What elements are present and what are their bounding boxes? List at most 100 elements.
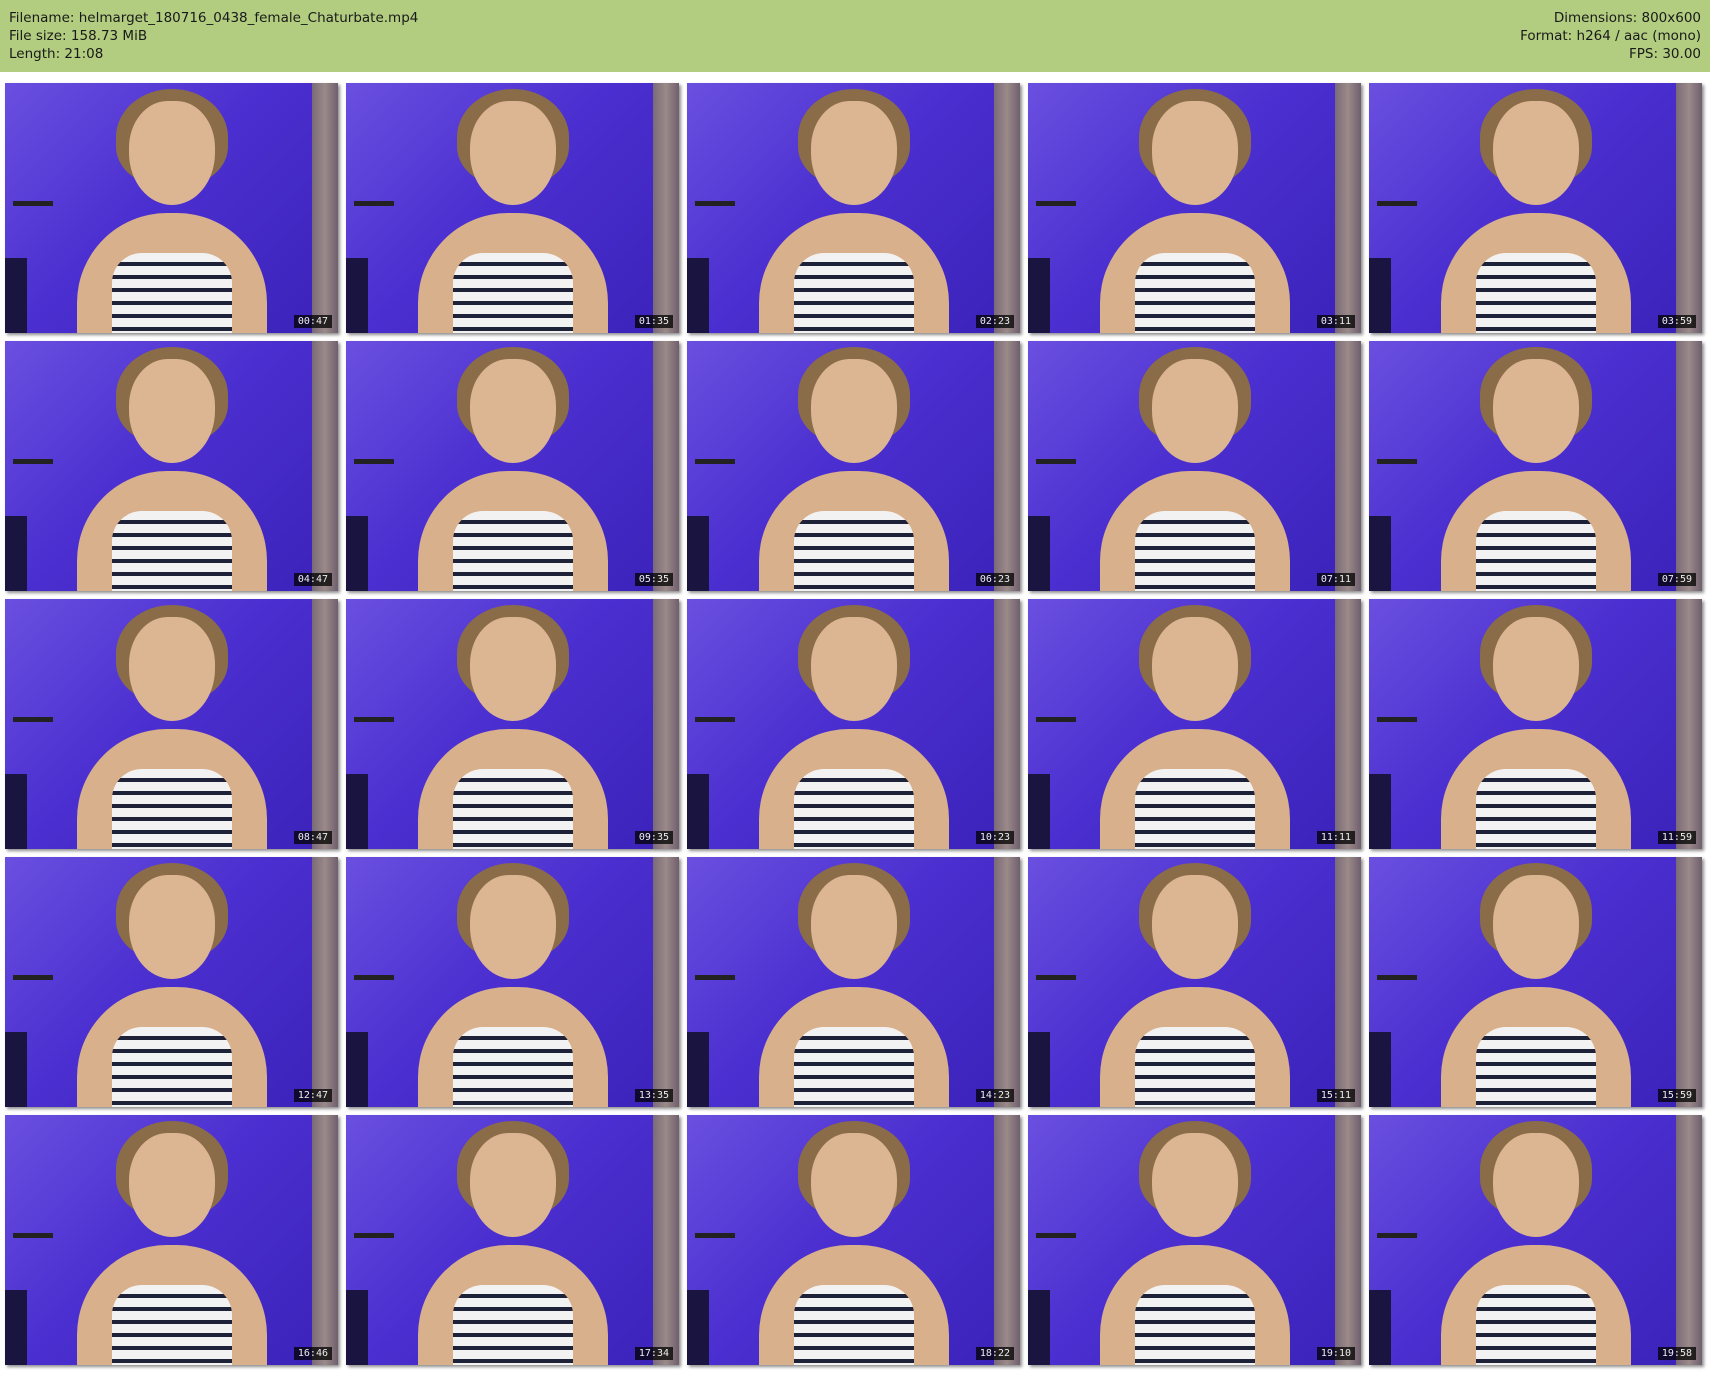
figure-head — [1151, 359, 1238, 463]
video-thumbnail: 11:11 — [1028, 599, 1361, 849]
chair — [346, 1032, 368, 1107]
figure-head — [128, 1133, 215, 1237]
timestamp: 18:22 — [975, 1347, 1014, 1360]
video-thumbnail: 13:35 — [346, 857, 679, 1107]
timestamp: 03:11 — [1316, 315, 1355, 328]
chair — [346, 1290, 368, 1365]
video-thumbnail: 02:23 — [687, 83, 1020, 333]
shelf — [1036, 717, 1076, 722]
timestamp: 12:47 — [293, 1089, 332, 1102]
figure-head — [469, 359, 556, 463]
figure-head — [469, 617, 556, 721]
video-thumbnail: 07:59 — [1369, 341, 1702, 591]
figure-head — [128, 875, 215, 979]
chair — [1369, 1032, 1391, 1107]
wall — [994, 857, 1020, 1107]
video-thumbnail: 00:47 — [5, 83, 338, 333]
timestamp: 08:47 — [293, 831, 332, 844]
shelf — [1377, 717, 1417, 722]
striped-top — [452, 1285, 573, 1365]
timestamp: 13:35 — [634, 1089, 673, 1102]
wall — [653, 1115, 679, 1365]
shelf — [354, 975, 394, 980]
striped-top — [1134, 253, 1255, 333]
shelf — [695, 1233, 735, 1238]
video-thumbnail: 03:59 — [1369, 83, 1702, 333]
video-thumbnail: 04:47 — [5, 341, 338, 591]
video-thumbnail: 17:34 — [346, 1115, 679, 1365]
chair — [1028, 774, 1050, 849]
length: Length: 21:08 — [9, 46, 104, 62]
timestamp: 07:59 — [1657, 573, 1696, 586]
shelf — [13, 201, 53, 206]
wall — [312, 341, 338, 591]
chair — [687, 1032, 709, 1107]
chair — [1028, 1290, 1050, 1365]
wall — [312, 599, 338, 849]
video-thumbnail: 15:11 — [1028, 857, 1361, 1107]
timestamp: 11:11 — [1316, 831, 1355, 844]
figure-head — [1151, 101, 1238, 205]
wall — [1676, 1115, 1702, 1365]
striped-top — [111, 253, 232, 333]
figure-head — [810, 875, 897, 979]
timestamp: 19:10 — [1316, 1347, 1355, 1360]
timestamp: 02:23 — [975, 315, 1014, 328]
timestamp: 03:59 — [1657, 315, 1696, 328]
striped-top — [1134, 511, 1255, 591]
wall — [1335, 1115, 1361, 1365]
figure-head — [1492, 617, 1579, 721]
timestamp: 04:47 — [293, 573, 332, 586]
dimensions: Dimensions: 800x600 — [1553, 10, 1701, 26]
figure-head — [810, 617, 897, 721]
wall — [653, 341, 679, 591]
figure-head — [469, 875, 556, 979]
figure-head — [1492, 875, 1579, 979]
figure-head — [1492, 101, 1579, 205]
chair — [687, 516, 709, 591]
striped-top — [1475, 769, 1596, 849]
info-header: Filename: helmarget_180716_0438_female_C… — [0, 0, 1710, 72]
chair — [687, 774, 709, 849]
shelf — [13, 1233, 53, 1238]
striped-top — [111, 1285, 232, 1365]
striped-top — [452, 1027, 573, 1107]
file-size: File size: 158.73 MiB — [9, 28, 148, 44]
shelf — [13, 459, 53, 464]
shelf — [695, 975, 735, 980]
wall — [653, 599, 679, 849]
figure-head — [810, 101, 897, 205]
chair — [346, 774, 368, 849]
chair — [1369, 516, 1391, 591]
striped-top — [111, 769, 232, 849]
striped-top — [1475, 511, 1596, 591]
chair — [1369, 258, 1391, 333]
striped-top — [793, 1027, 914, 1107]
timestamp: 10:23 — [975, 831, 1014, 844]
chair — [346, 258, 368, 333]
timestamp: 16:46 — [293, 1347, 332, 1360]
figure-head — [128, 359, 215, 463]
figure-head — [1151, 1133, 1238, 1237]
striped-top — [1134, 769, 1255, 849]
timestamp: 14:23 — [975, 1089, 1014, 1102]
timestamp: 17:34 — [634, 1347, 673, 1360]
timestamp: 00:47 — [293, 315, 332, 328]
chair — [5, 774, 27, 849]
wall — [1335, 857, 1361, 1107]
striped-top — [1134, 1027, 1255, 1107]
timestamp: 09:35 — [634, 831, 673, 844]
chair — [5, 258, 27, 333]
chair — [346, 516, 368, 591]
figure-head — [128, 617, 215, 721]
video-thumbnail: 11:59 — [1369, 599, 1702, 849]
shelf — [1377, 1233, 1417, 1238]
wall — [1676, 599, 1702, 849]
wall — [1676, 857, 1702, 1107]
chair — [1369, 1290, 1391, 1365]
chair — [5, 1032, 27, 1107]
wall — [653, 857, 679, 1107]
shelf — [695, 717, 735, 722]
striped-top — [452, 769, 573, 849]
shelf — [354, 1233, 394, 1238]
